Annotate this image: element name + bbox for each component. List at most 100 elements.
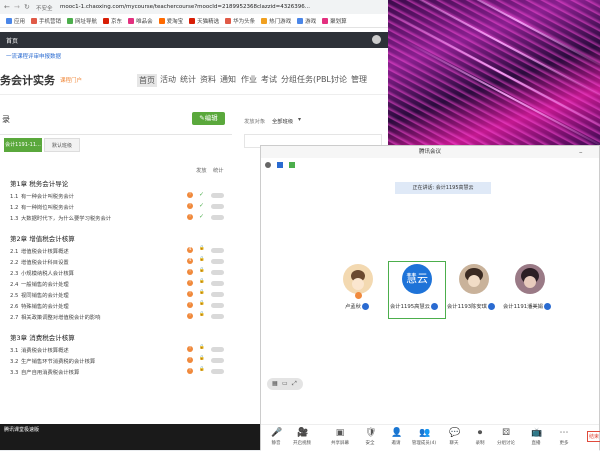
fullscreen-icon[interactable]: ⤢	[292, 380, 297, 388]
lesson-item[interactable]: 3.1 消费税会计核算概述	[10, 346, 69, 354]
lesson-item[interactable]: 1.1 有一种会计叫税务会计	[10, 192, 74, 200]
signal-icon[interactable]	[288, 162, 295, 168]
lesson-item[interactable]: 3.3 自产自用消费税会计核算	[10, 368, 79, 376]
lock-icon[interactable]: 🔒	[199, 268, 205, 273]
lock-icon[interactable]: 🔒	[199, 356, 205, 361]
lock-icon[interactable]: 🔒	[199, 257, 205, 262]
toolbar-button[interactable]: 🎤 静音	[263, 428, 289, 446]
nav-item[interactable]: 活动	[160, 74, 176, 85]
publish-toggle[interactable]	[211, 193, 224, 198]
toolbar-button[interactable]: 💬 聊天	[441, 428, 467, 446]
lesson-item[interactable]: 2.4 一般销售的会计处理	[10, 280, 69, 288]
nav-item[interactable]: 作业	[241, 74, 257, 85]
end-meeting-button[interactable]: 结束	[587, 431, 600, 442]
lock-icon[interactable]: 🔒	[199, 246, 205, 251]
lesson-item[interactable]: 2.7 相关政策调整对增值税会计的影响	[10, 313, 100, 321]
chapter-title[interactable]: 第2章 增值税会计核算	[10, 233, 75, 243]
publish-toggle[interactable]	[211, 281, 224, 286]
lock-icon[interactable]: 🔒	[199, 290, 205, 295]
bookmark-item[interactable]: 热门游戏	[261, 14, 291, 27]
bookmark-item[interactable]: 手机营销	[31, 14, 61, 27]
bookmark-item[interactable]: 天猫精选	[189, 14, 219, 27]
bookmark-item[interactable]: 爱淘宝	[158, 14, 183, 27]
nav-item[interactable]: 讨论	[331, 74, 347, 85]
toolbar-button[interactable]: ⋯ 更多	[551, 428, 577, 446]
publish-toggle[interactable]	[211, 347, 224, 352]
info-icon[interactable]	[265, 162, 271, 168]
class-tab-1[interactable]: 会计1191-11...	[4, 138, 42, 152]
bookmark-item[interactable]: 聚划算	[322, 14, 347, 27]
chapter-title[interactable]: 第3章 消费税会计核算	[10, 332, 75, 342]
url-input[interactable]: mooc1-1.chaoxing.com/mycourse/teachercou…	[60, 4, 310, 10]
participant-avatar-1[interactable]	[343, 264, 373, 294]
security-label[interactable]: 不安全	[36, 4, 53, 12]
publish-target-select[interactable]: 全部班级	[272, 117, 293, 125]
lesson-item[interactable]: 2.2 增值税会计科目设置	[10, 258, 69, 266]
toolbar-button[interactable]: ⏺ 录制	[467, 428, 493, 446]
nav-item[interactable]: 分组任务(PBL)	[281, 74, 334, 85]
chevron-down-icon[interactable]: ▾	[298, 116, 301, 123]
lesson-item[interactable]: 2.1 增值税会计核算概述	[10, 247, 69, 255]
edit-button[interactable]: ✎编辑	[192, 112, 225, 125]
publish-toggle[interactable]	[211, 314, 224, 319]
publish-toggle[interactable]	[211, 369, 224, 374]
nav-item[interactable]: 通知	[220, 74, 236, 85]
publish-toggle[interactable]	[211, 248, 224, 253]
reload-icon[interactable]: ↻	[24, 3, 30, 11]
bookmark-item[interactable]: 唯品会	[128, 14, 153, 27]
bookmark-item[interactable]: 华为头条	[225, 14, 255, 27]
toolbar-button[interactable]: 📺 直播	[523, 428, 549, 446]
lesson-item[interactable]: 3.2 生产销售环节消费税的会计核算	[10, 357, 95, 365]
portal-link[interactable]: 课程门户	[60, 76, 82, 84]
home-label[interactable]: 首页	[6, 36, 18, 45]
nav-item[interactable]: 考试	[261, 74, 277, 85]
bookmark-item[interactable]: 网址导航	[67, 14, 97, 27]
chapter-title[interactable]: 第1章 税务会计导论	[10, 178, 68, 188]
nav-item[interactable]: 统计	[180, 74, 196, 85]
notice-banner[interactable]: 一流课程评审申报数据	[0, 52, 388, 64]
toolbar-button[interactable]: 🎥 开启视频	[289, 428, 315, 446]
bookmark-item[interactable]: 京东	[103, 14, 122, 27]
toolbar-button[interactable]: 👤 邀请	[383, 428, 409, 446]
lock-icon[interactable]: 🔒	[199, 367, 205, 372]
toolbar-button[interactable]: ▣ 共享屏幕	[327, 428, 353, 446]
publish-toggle[interactable]	[211, 358, 224, 363]
publish-toggle[interactable]	[211, 292, 224, 297]
check-icon[interactable]: ✓	[199, 213, 204, 220]
nav-item[interactable]: 首页	[137, 74, 157, 87]
check-icon[interactable]: ✓	[199, 202, 204, 209]
publish-toggle[interactable]	[211, 259, 224, 264]
participant-avatar-3[interactable]	[459, 264, 489, 294]
participant-avatar-4[interactable]	[515, 264, 545, 294]
publish-toggle[interactable]	[211, 270, 224, 275]
lesson-item[interactable]: 1.2 有一种岗位叫税务会计	[10, 203, 74, 211]
lock-icon[interactable]: 🔒	[199, 345, 205, 350]
forward-icon[interactable]: →	[14, 3, 20, 11]
publish-toggle[interactable]	[211, 303, 224, 308]
taskbar-app-label[interactable]: 腾讯课堂极速版	[4, 427, 44, 434]
lesson-item[interactable]: 2.3 小规模纳税人会计核算	[10, 269, 74, 277]
participant-avatar-2[interactable]: 慧云	[402, 264, 432, 294]
grid-view-icon[interactable]: ▦	[272, 380, 278, 387]
nav-item[interactable]: 资料	[200, 74, 216, 85]
lesson-item[interactable]: 2.6 特殊销售的会计处理	[10, 302, 69, 310]
lock-icon[interactable]: 🔒	[199, 279, 205, 284]
lock-icon[interactable]: 🔒	[199, 312, 205, 317]
bookmark-item[interactable]: 游戏	[297, 14, 316, 27]
nav-item[interactable]: 管理	[351, 74, 367, 85]
back-icon[interactable]: ←	[4, 3, 10, 11]
class-tab-2[interactable]: 默认班级	[44, 138, 80, 152]
check-icon[interactable]: ✓	[199, 191, 204, 198]
bookmark-item[interactable]: 应用	[6, 14, 25, 27]
publish-toggle[interactable]	[211, 204, 224, 209]
toolbar-button[interactable]: 👥 管理成员(4)	[411, 428, 437, 446]
shield-icon[interactable]	[276, 162, 283, 168]
minimize-icon[interactable]: –	[579, 148, 583, 156]
lesson-item[interactable]: 1.3 大数据时代下，为什么要学习税务会计	[10, 214, 111, 222]
speaker-view-icon[interactable]: ▭	[282, 380, 288, 387]
toolbar-button[interactable]: ⚄ 分组讨论	[493, 428, 519, 446]
user-avatar[interactable]	[372, 35, 381, 44]
publish-toggle[interactable]	[211, 215, 224, 220]
toolbar-button[interactable]: 🛡 安全	[357, 428, 383, 446]
lock-icon[interactable]: 🔒	[199, 301, 205, 306]
